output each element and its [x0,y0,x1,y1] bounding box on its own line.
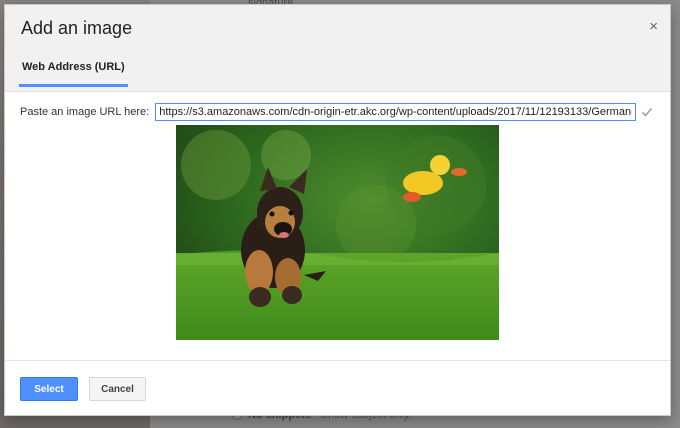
image-preview [176,125,499,340]
close-icon[interactable]: × [649,19,658,34]
dialog-title: Add an image [21,18,133,38]
tab-active-indicator [19,84,128,87]
add-image-dialog: Add an image × Web Address (URL) Paste a… [4,4,671,416]
puppy-photo [176,125,499,340]
url-input[interactable] [155,103,637,121]
check-icon [642,107,653,117]
url-label: Paste an image URL here: [20,106,150,118]
cancel-button[interactable]: Cancel [89,377,146,401]
url-row: Paste an image URL here: [20,101,656,123]
select-button[interactable]: Select [20,377,78,401]
footer-divider [5,360,670,361]
dialog-header: Add an image × Web Address (URL) [5,5,670,92]
